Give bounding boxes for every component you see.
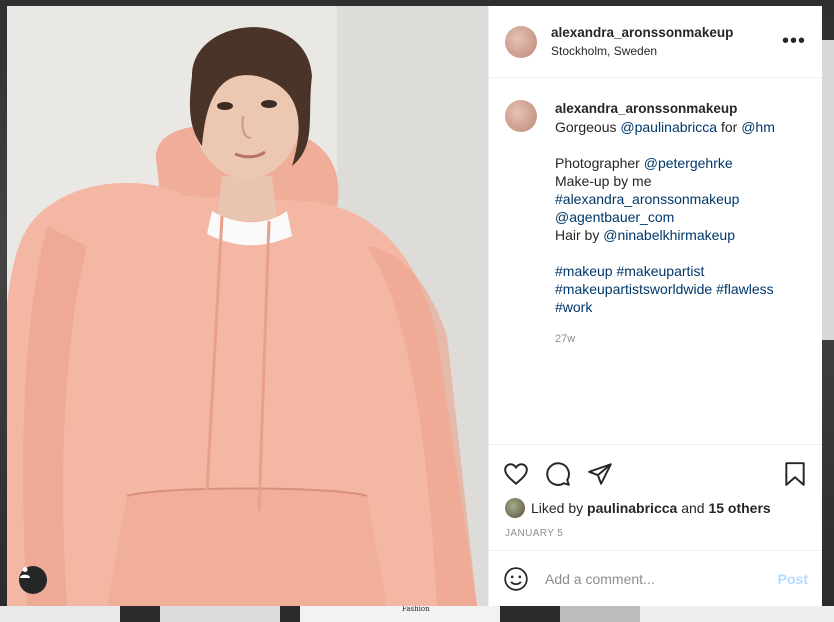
hashtag-link[interactable]: #makeup bbox=[555, 263, 613, 279]
bookmark-icon[interactable] bbox=[782, 461, 808, 487]
hashtag-link[interactable]: #makeupartist bbox=[616, 263, 704, 279]
author-username[interactable]: alexandra_aronssonmakeup bbox=[551, 25, 782, 40]
comment-input[interactable] bbox=[543, 569, 778, 588]
caption-line-2: Photographer @petergehrke bbox=[555, 154, 775, 172]
post-button[interactable]: Post bbox=[778, 571, 808, 587]
post-photo[interactable] bbox=[7, 6, 488, 606]
caption-time[interactable]: 27w bbox=[555, 330, 775, 348]
hashtag-link[interactable]: #makeupartistsworldwide bbox=[555, 281, 712, 297]
action-bar bbox=[489, 444, 822, 492]
share-icon[interactable] bbox=[587, 461, 613, 487]
hashtag-link[interactable]: #flawless bbox=[716, 281, 774, 297]
author-avatar[interactable] bbox=[505, 25, 537, 58]
caption-line-1: Gorgeous @paulinabricca for @hm bbox=[555, 118, 775, 136]
background-caption: Fashion bbox=[402, 605, 430, 613]
hashtag-link[interactable]: #work bbox=[555, 298, 775, 316]
caption-line-6: Hair by @ninabelkhirmakeup bbox=[555, 226, 775, 244]
mention-link[interactable]: @paulinabricca bbox=[620, 119, 717, 135]
more-dots-icon[interactable]: ••• bbox=[782, 30, 806, 53]
mention-link[interactable]: @petergehrke bbox=[644, 155, 733, 171]
mention-link[interactable]: @ninabelkhirmakeup bbox=[603, 227, 735, 243]
likes-summary: Liked by paulinabricca and 15 others bbox=[489, 492, 822, 518]
tagged-user-icon[interactable] bbox=[19, 566, 47, 594]
post-location[interactable]: Stockholm, Sweden bbox=[551, 44, 782, 58]
caption-text: Gorgeous bbox=[555, 119, 617, 135]
liker-avatar[interactable] bbox=[505, 498, 525, 518]
caption-text: Hair by bbox=[555, 227, 600, 243]
hashtag-link[interactable]: #alexandra_aronssonmakeup bbox=[555, 190, 775, 208]
photo-illustration bbox=[7, 6, 488, 606]
emoji-icon[interactable] bbox=[503, 566, 529, 592]
caption-line-3: Make-up by me bbox=[555, 173, 652, 189]
hashtags-line-1: #makeup #makeupartist bbox=[555, 262, 775, 280]
likes-and: and bbox=[681, 500, 705, 516]
caption-text: Photographer bbox=[555, 155, 640, 171]
post-header: alexandra_aronssonmakeup Stockholm, Swed… bbox=[489, 6, 822, 78]
others-link[interactable]: 15 others bbox=[708, 500, 770, 516]
mention-link[interactable]: @agentbauer_com bbox=[555, 208, 775, 226]
caption-avatar[interactable] bbox=[505, 100, 537, 132]
likes-prefix: Liked by bbox=[531, 500, 584, 516]
liker-username[interactable]: paulinabricca bbox=[587, 500, 677, 516]
post-details: alexandra_aronssonmakeup Stockholm, Swed… bbox=[488, 6, 822, 606]
mention-link[interactable]: @hm bbox=[741, 119, 775, 135]
post-date[interactable]: JANUARY 5 bbox=[489, 518, 822, 550]
comment-bar: Post bbox=[489, 550, 822, 606]
comment-icon[interactable] bbox=[545, 461, 571, 487]
post-caption: alexandra_aronssonmakeup Gorgeous @pauli… bbox=[489, 78, 822, 444]
caption-text: for bbox=[720, 119, 738, 135]
hashtags-line-2: #makeupartistsworldwide #flawless bbox=[555, 280, 775, 298]
post-modal: alexandra_aronssonmakeup Stockholm, Swed… bbox=[7, 6, 822, 606]
heart-icon[interactable] bbox=[503, 461, 529, 487]
caption-username[interactable]: alexandra_aronssonmakeup bbox=[555, 100, 775, 118]
